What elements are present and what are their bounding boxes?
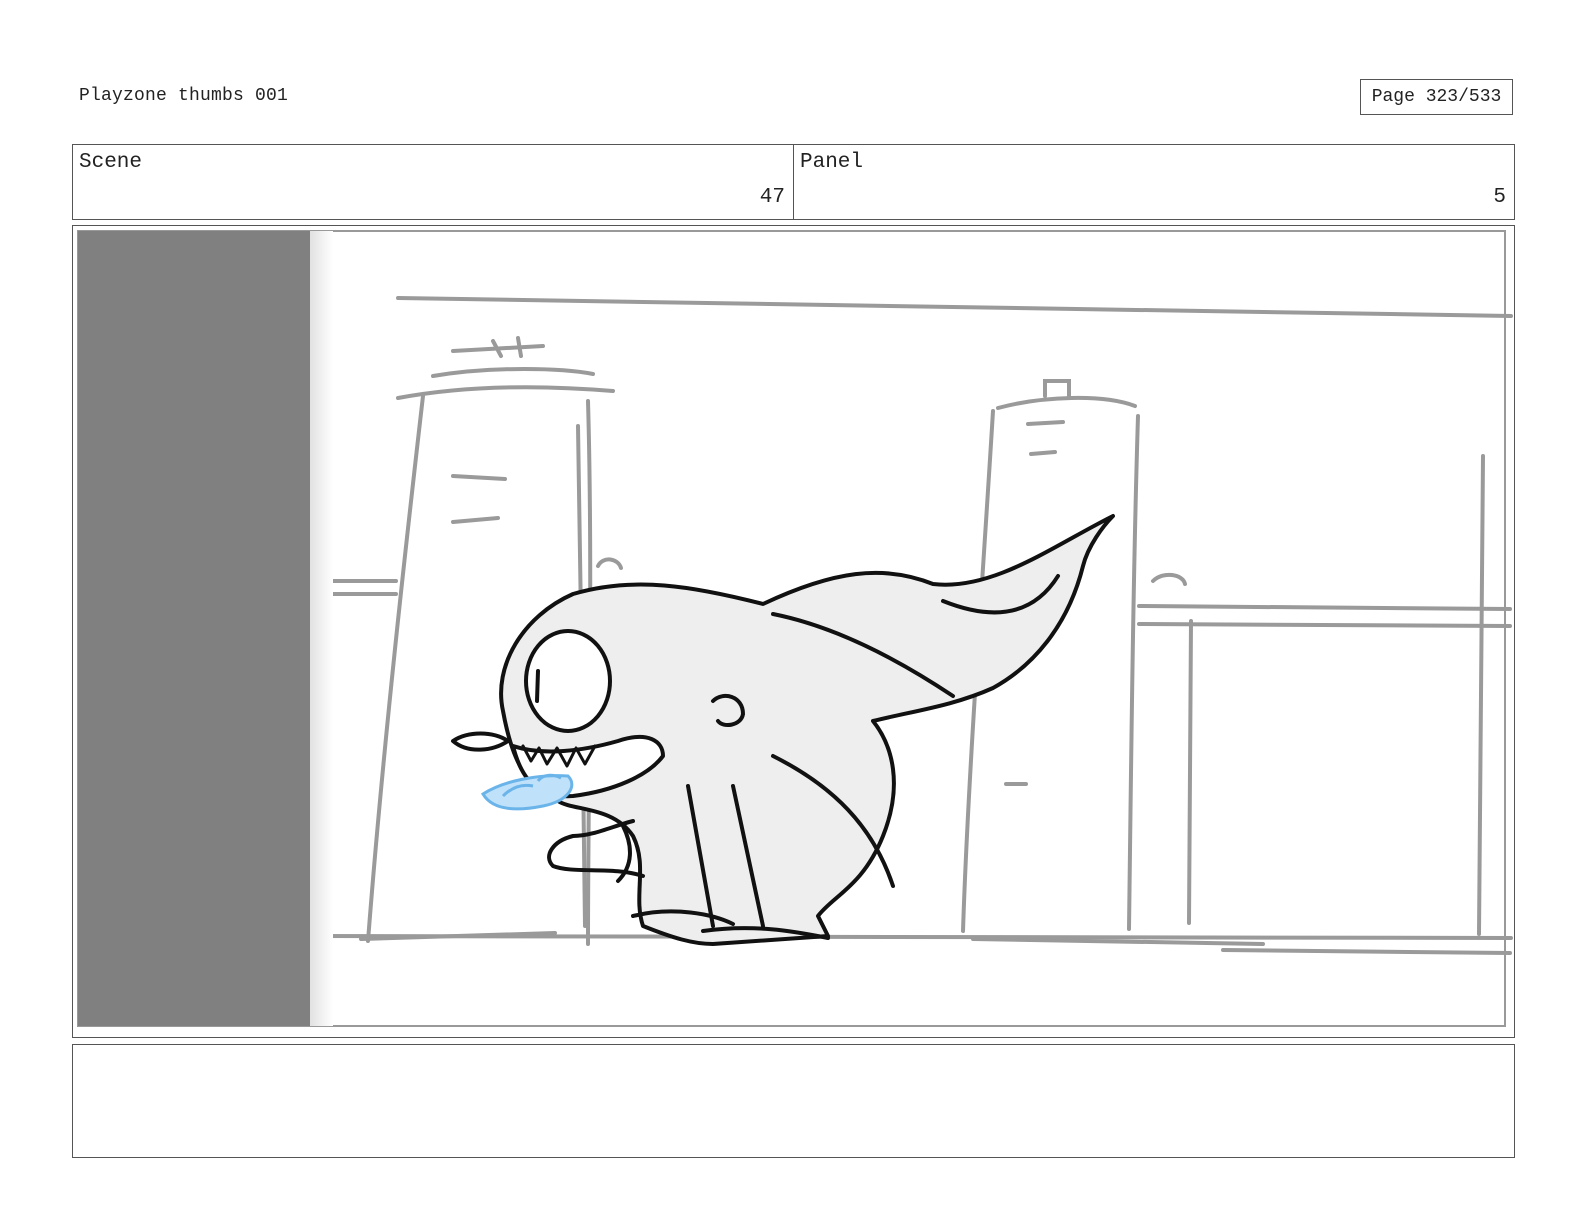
panel-number: 5 bbox=[1493, 186, 1506, 209]
storyboard-panel-frame bbox=[72, 225, 1515, 1038]
panel-label: Panel bbox=[800, 151, 864, 174]
page-number-badge: Page 323/533 bbox=[1360, 79, 1513, 115]
panel-cell: Panel 5 bbox=[793, 145, 1514, 219]
storyboard-sketch bbox=[77, 230, 1513, 1027]
panel-notes-area bbox=[72, 1044, 1515, 1158]
scene-number: 47 bbox=[759, 186, 785, 209]
scene-label: Scene bbox=[79, 151, 143, 174]
scene-cell: Scene 47 bbox=[73, 145, 793, 219]
scene-panel-info-row: Scene 47 Panel 5 bbox=[72, 144, 1515, 220]
document-title: Playzone thumbs 001 bbox=[79, 86, 289, 106]
